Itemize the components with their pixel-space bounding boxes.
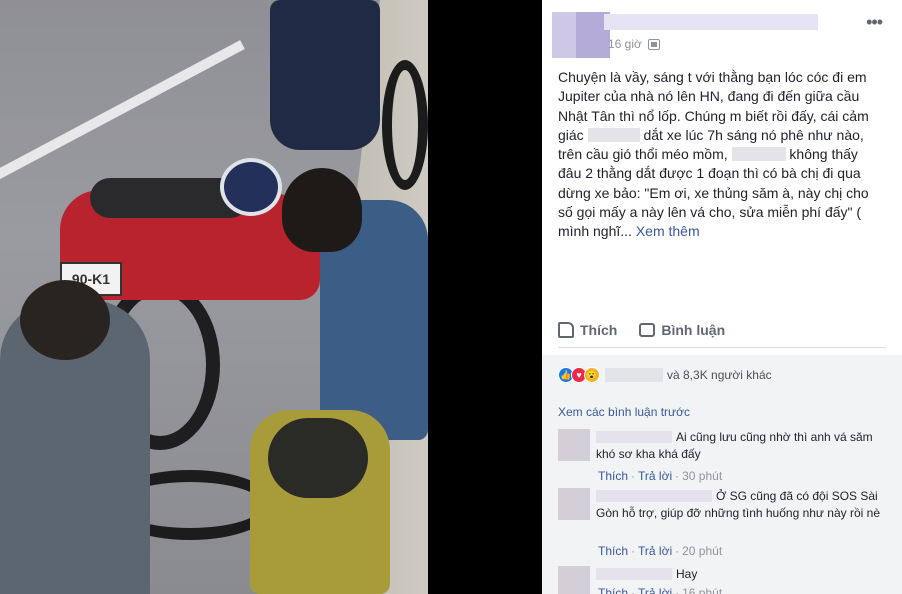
road-marking — [0, 40, 245, 190]
comment-icon — [639, 323, 656, 337]
comment-bubble: Hay — [596, 566, 882, 583]
view-previous-comments-link[interactable]: Xem các bình luận trước — [558, 405, 690, 419]
commenter-avatar[interactable] — [558, 429, 590, 461]
comment-bubble: Ai cũng lưu cũng nhờ thì anh vá săm khó … — [596, 429, 882, 462]
comment-like-link[interactable]: Thích — [598, 544, 628, 558]
comment-like-link[interactable]: Thích — [598, 586, 628, 594]
comment-reply-link[interactable]: Trả lời — [638, 544, 672, 558]
author-name-redacted[interactable] — [604, 14, 818, 30]
hanging-jacket — [270, 0, 380, 150]
comment-text: Hay — [676, 567, 698, 581]
comment-time[interactable]: 16 phút — [682, 586, 722, 594]
post-panel: 16 giờ ••• Chuyện là vầy, sáng t với thằ… — [542, 0, 902, 594]
helmet — [220, 158, 282, 216]
commenter-name-redacted[interactable] — [596, 568, 672, 580]
post-header: 16 giờ ••• — [542, 0, 902, 62]
post-photo[interactable]: 90-K1 — [0, 0, 428, 594]
post-time[interactable]: 16 giờ — [608, 37, 642, 51]
comment-reply-link[interactable]: Trả lời — [638, 586, 672, 594]
like-label: Thích — [580, 322, 618, 338]
comment-time[interactable]: 30 phút — [682, 469, 722, 483]
post-actions: Thích Bình luận — [558, 316, 886, 348]
reactions-and-comments: 👍 ♥ 😮 và 8,3K người khác Xem các bình lu… — [542, 355, 902, 594]
comment-actions: Thích · Trả lời · 30 phút — [598, 469, 723, 483]
commenter-avatar[interactable] — [558, 566, 590, 594]
reaction-count: và 8,3K người khác — [667, 368, 772, 382]
background-motorbike-wheel — [382, 60, 428, 190]
redacted-word — [587, 127, 640, 142]
reactor-name-redacted — [605, 368, 663, 382]
see-more-link[interactable]: Xem thêm — [636, 223, 700, 239]
comment-button[interactable]: Bình luận — [639, 316, 725, 344]
like-button[interactable]: Thích — [558, 316, 617, 344]
more-options-icon[interactable]: ••• — [866, 12, 883, 33]
post-body: Chuyện là vầy, sáng t với thằng bạn lóc … — [558, 68, 878, 242]
comment-like-link[interactable]: Thích — [598, 469, 628, 483]
comment-actions: Thích · Trả lời · 20 phút — [598, 544, 723, 558]
comment-label: Bình luận — [661, 322, 726, 338]
wow-reaction-icon: 😮 — [584, 367, 600, 383]
commenter-name-redacted[interactable] — [596, 431, 672, 443]
tool-bag-opening — [268, 418, 368, 498]
reaction-summary[interactable]: 👍 ♥ 😮 và 8,3K người khác — [558, 367, 772, 383]
author-avatar[interactable] — [552, 12, 610, 58]
repairman-head — [20, 280, 110, 360]
commenter-avatar[interactable] — [558, 488, 590, 520]
comment-time[interactable]: 20 phút — [682, 544, 722, 558]
redacted-word — [731, 147, 786, 162]
audience-icon[interactable] — [647, 38, 660, 50]
post-meta: 16 giờ — [608, 37, 660, 51]
comment-actions: Thích · Trả lời · 16 phút — [598, 586, 722, 594]
commenter-name-redacted[interactable] — [596, 490, 712, 502]
young-man-head — [282, 168, 362, 252]
comment-reply-link[interactable]: Trả lời — [638, 469, 672, 483]
comment-bubble: Ở SG cũng đã có đội SOS Sài Gòn hỗ trợ, … — [596, 488, 882, 521]
thumbs-up-icon — [558, 322, 574, 338]
